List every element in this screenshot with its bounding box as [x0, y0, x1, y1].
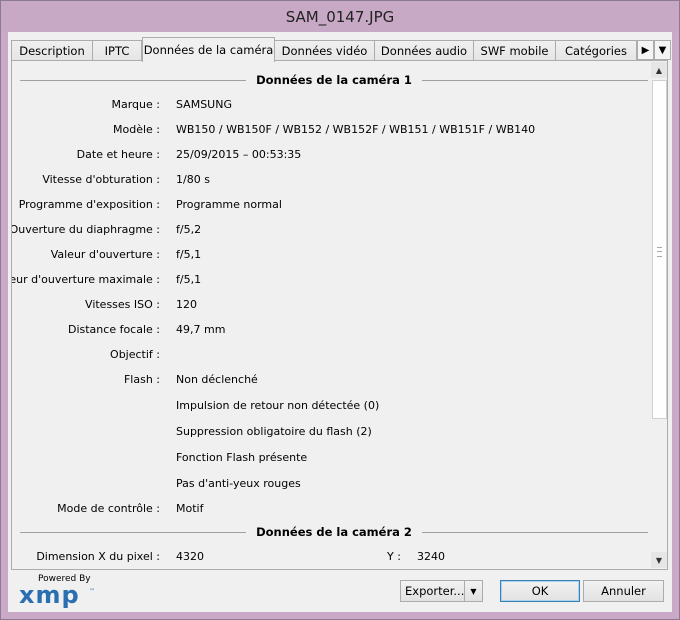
field-row: Vitesse d'obturation : 1/80 s: [12, 173, 648, 189]
section-header-camera-1: Données de la caméra 1: [20, 73, 648, 87]
tab-panel: Données de la caméra 1 Marque : SAMSUNG Mo…: [11, 60, 668, 570]
field-label: Ouverture du diaphragme :: [12, 223, 160, 236]
divider: [20, 531, 247, 533]
triangle-up-icon: ▲: [655, 65, 663, 75]
tab-video-data[interactable]: Données vidéo: [274, 40, 375, 60]
section-header-camera-2: Données de la caméra 2: [20, 525, 648, 539]
tab-scroll-right-button[interactable]: ▶: [637, 40, 654, 60]
export-button[interactable]: Exporter... ▼: [400, 580, 483, 602]
field-row: Impulsion de retour non détectée (0): [12, 399, 648, 415]
field-row: Valeur d'ouverture maximale : f/5,1: [12, 273, 648, 289]
field-row: Fonction Flash présente: [12, 451, 648, 467]
divider: [421, 79, 648, 81]
field-value: 49,7 mm: [176, 323, 226, 336]
section-title: Données de la caméra 2: [256, 525, 412, 539]
field-label: Date et heure :: [76, 148, 160, 161]
tab-iptc[interactable]: IPTC: [92, 40, 142, 60]
triangle-right-icon: ▶: [641, 44, 650, 56]
tab-camera-data[interactable]: Données de la caméra: [142, 37, 275, 62]
field-row: Suppression obligatoire du flash (2): [12, 425, 648, 441]
window-title: SAM_0147.JPG: [285, 7, 395, 26]
chevron-down-icon: ▼: [470, 586, 477, 596]
field-label: Marque :: [111, 98, 161, 111]
export-button-label: Exporter...: [405, 584, 465, 598]
field-value: 1/80 s: [176, 173, 210, 186]
field-label: Valeur d'ouverture :: [50, 248, 160, 261]
field-row: Programme d'exposition : Programme normal: [12, 198, 648, 214]
field-value: Programme normal: [176, 198, 282, 211]
field-row: Valeur d'ouverture : f/5,1: [12, 248, 648, 264]
field-value: 4320: [176, 550, 204, 563]
ok-button[interactable]: OK: [500, 580, 580, 602]
field-row: Objectif :: [12, 348, 648, 364]
field-value: Non déclenché: [176, 373, 258, 386]
field-row: Modèle : WB150 / WB150F / WB152 / WB152F …: [12, 123, 648, 139]
field-value: Suppression obligatoire du flash (2): [176, 425, 372, 438]
field-label: Programme d'exposition :: [18, 198, 160, 211]
tab-list-dropdown-button[interactable]: ▼: [654, 40, 671, 60]
field-row: Date et heure : 25/09/2015 – 00:53:35: [12, 148, 648, 164]
field-value: Motif: [176, 502, 204, 515]
grip-icon: [657, 247, 662, 257]
field-label: Y :: [387, 550, 401, 563]
field-row: Marque : SAMSUNG: [12, 98, 648, 114]
field-value: WB150 / WB150F / WB152 / WB152F / WB151 …: [176, 123, 536, 136]
trademark-icon: ™: [89, 588, 95, 595]
field-row: Ouverture du diaphragme : f/5,2: [12, 223, 648, 239]
field-label: Dimension X du pixel :: [36, 550, 160, 563]
field-value: 120: [176, 298, 197, 311]
field-value: Fonction Flash présente: [176, 451, 308, 464]
field-value: f/5,1: [176, 248, 202, 261]
field-value: SAMSUNG: [176, 98, 232, 111]
scrollbar-thumb[interactable]: [652, 80, 667, 419]
field-value: f/5,2: [176, 223, 202, 236]
field-row: Mode de contrôle : Motif: [12, 502, 648, 518]
field-row: Vitesses ISO : 120: [12, 298, 648, 314]
vertical-scrollbar[interactable]: ▲ ▼: [651, 62, 667, 568]
field-row: Pas d'anti-yeux rouges: [12, 477, 648, 493]
field-label: Vitesse d'obturation :: [42, 173, 160, 186]
field-label: Flash :: [123, 373, 160, 386]
xmp-logo-text: xmp: [19, 581, 80, 609]
field-value: Pas d'anti-yeux rouges: [176, 477, 301, 490]
field-value: 25/09/2015 – 00:53:35: [176, 148, 302, 161]
field-label: Valeur d'ouverture maximale :: [12, 273, 160, 286]
field-row: Distance focale : 49,7 mm: [12, 323, 648, 339]
field-value: 3240: [417, 550, 445, 563]
section-title: Données de la caméra 1: [256, 73, 412, 87]
field-label: Distance focale :: [67, 323, 160, 336]
field-label: Objectif :: [110, 348, 160, 361]
tab-swf-mobile[interactable]: SWF mobile: [473, 40, 556, 60]
triangle-down-icon: ▼: [655, 555, 663, 565]
field-value: f/5,1: [176, 273, 202, 286]
dialog-window: SAM_0147.JPG Description IPTC Données de…: [0, 0, 680, 620]
scroll-up-button[interactable]: ▲: [651, 62, 667, 78]
tab-strip: Description IPTC Données de la caméra Do…: [11, 37, 671, 62]
field-row: Flash : Non déclenché: [12, 373, 648, 389]
field-row-pixel-dimension: Dimension X du pixel : 4320 Y : 3240: [12, 550, 648, 566]
scroll-down-button[interactable]: ▼: [651, 552, 667, 568]
tab-audio-data[interactable]: Données audio: [374, 40, 474, 60]
cancel-button[interactable]: Annuler: [583, 580, 664, 602]
divider: [20, 79, 247, 81]
field-label: Mode de contrôle :: [57, 502, 160, 515]
field-value: Impulsion de retour non détectée (0): [176, 399, 380, 412]
dialog-client: Description IPTC Données de la caméra Do…: [8, 32, 672, 612]
export-dropdown-arrow[interactable]: ▼: [464, 581, 482, 601]
metadata-content: Données de la caméra 1 Marque : SAMSUNG Mo…: [12, 61, 650, 569]
field-label: Vitesses ISO :: [85, 298, 160, 311]
tab-categories[interactable]: Catégories: [555, 40, 637, 60]
field-label: Modèle :: [113, 123, 160, 136]
title-bar: SAM_0147.JPG: [1, 1, 679, 32]
tab-description[interactable]: Description: [11, 40, 93, 60]
divider: [421, 531, 648, 533]
chevron-down-icon: ▼: [658, 44, 667, 56]
